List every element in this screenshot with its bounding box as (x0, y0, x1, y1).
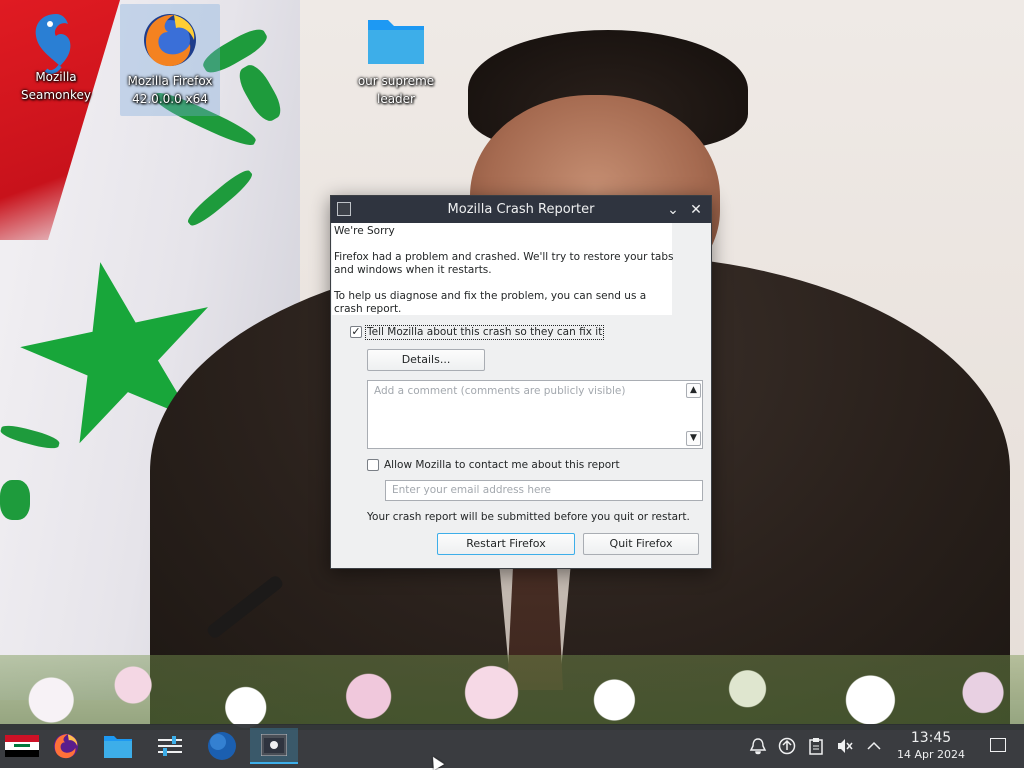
dialog-title: Mozilla Crash Reporter (447, 202, 595, 217)
desktop-icon-folder[interactable]: our supreme leader (346, 4, 446, 108)
crash-reporter-icon[interactable] (250, 728, 298, 764)
dialog-titlebar[interactable]: Mozilla Crash Reporter ⌄ ✕ (331, 196, 711, 223)
quit-firefox-button[interactable]: Quit Firefox (583, 533, 699, 555)
desktop-icon-label: Seamonkey (21, 88, 91, 102)
scroll-up-icon[interactable]: ▲ (686, 383, 701, 398)
wallpaper-flag-script (0, 480, 30, 520)
desktop-icon-label: our supreme (357, 74, 435, 88)
close-icon[interactable]: ✕ (686, 200, 706, 220)
crash-message-line: Firefox had a problem and crashed. We'll… (334, 251, 674, 263)
taskbar: 13:45 14 Apr 2024 (0, 724, 1024, 768)
folder-icon (366, 10, 426, 70)
submit-note: Your crash report will be submitted befo… (367, 511, 690, 523)
wallpaper-flowers (0, 655, 1024, 730)
clipboard-icon[interactable] (806, 736, 826, 756)
clock-time[interactable]: 13:45 (896, 730, 966, 746)
desktop-icon-label: leader (376, 92, 415, 106)
tell-mozilla-checkbox[interactable]: ✓ (350, 326, 362, 338)
application-launcher-icon[interactable] (2, 728, 42, 764)
contact-checkbox[interactable] (367, 459, 379, 471)
notifications-icon[interactable] (748, 736, 768, 756)
crash-reporter-dialog: Mozilla Crash Reporter ⌄ ✕ We're Sorry F… (330, 195, 712, 569)
comment-textarea[interactable]: Add a comment (comments are publicly vis… (367, 380, 703, 449)
seamonkey-icon (26, 6, 86, 75)
scroll-down-icon[interactable]: ▼ (686, 431, 701, 446)
tell-mozilla-label[interactable]: Tell Mozilla about this crash so they ca… (364, 325, 605, 340)
help-message-line: To help us diagnose and fix the problem,… (334, 290, 647, 302)
desktop-icon-label: Mozilla Firefox (127, 74, 213, 88)
show-desktop-icon[interactable] (990, 738, 1006, 752)
desktop-icon-seamonkey[interactable]: Mozilla Seamonkey (6, 0, 106, 104)
email-placeholder: Enter your email address here (392, 484, 552, 496)
file-manager-icon[interactable] (98, 728, 138, 764)
email-field[interactable]: Enter your email address here (385, 480, 703, 501)
dialog-heading: We're Sorry (334, 225, 395, 237)
crash-message-line: and windows when it restarts. (334, 264, 492, 276)
volume-muted-icon[interactable] (835, 736, 855, 756)
firefox-icon (140, 10, 200, 70)
updates-icon[interactable] (777, 736, 797, 756)
show-hidden-icons-chevron[interactable] (864, 736, 884, 756)
comment-placeholder: Add a comment (comments are publicly vis… (374, 385, 626, 397)
web-browser-icon[interactable] (202, 728, 242, 764)
details-button[interactable]: Details... (367, 349, 485, 371)
firefox-icon[interactable] (46, 728, 86, 764)
settings-icon[interactable] (150, 728, 190, 764)
restart-firefox-button[interactable]: Restart Firefox (437, 533, 575, 555)
desktop-icon-firefox[interactable]: Mozilla Firefox 42.0.0.0 x64 (120, 4, 220, 116)
desktop-icon-label: Mozilla (35, 70, 77, 84)
contact-label[interactable]: Allow Mozilla to contact me about this r… (384, 459, 620, 472)
clock-date[interactable]: 14 Apr 2024 (890, 748, 972, 761)
minimize-chevron-icon[interactable]: ⌄ (663, 200, 683, 220)
desktop-icon-label: 42.0.0.0 x64 (132, 92, 208, 106)
help-message-line: crash report. (334, 303, 402, 315)
